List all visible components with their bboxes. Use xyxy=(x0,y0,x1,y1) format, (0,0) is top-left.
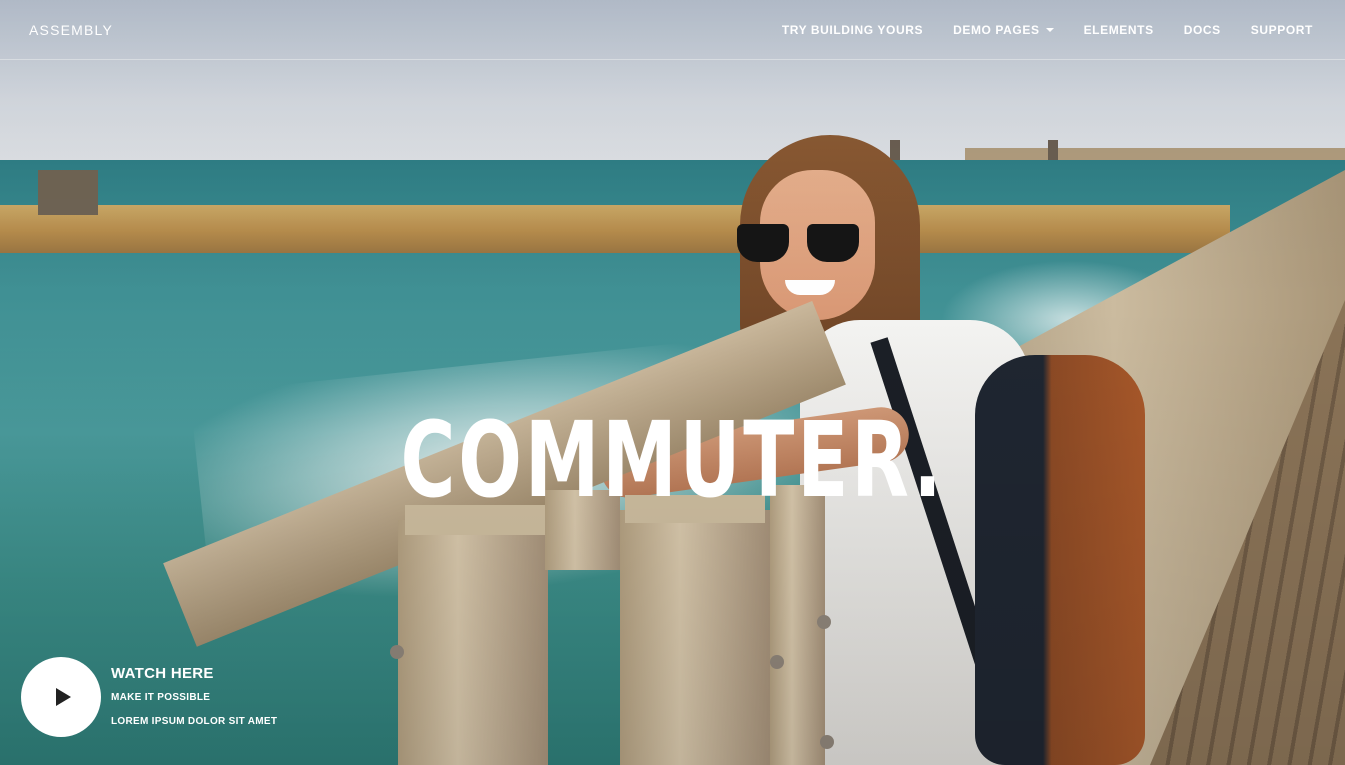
chevron-down-icon xyxy=(1045,28,1054,32)
nav-item-support[interactable]: SUPPORT xyxy=(1251,23,1313,37)
video-cta-caption: LOREM IPSUM DOLOR SIT AMET xyxy=(111,716,278,727)
nav-item-docs[interactable]: DOCS xyxy=(1184,23,1221,37)
nav-item-demo-pages[interactable]: DEMO PAGES xyxy=(953,23,1054,37)
nav-item-label: TRY BUILDING YOURS xyxy=(781,23,924,37)
hero-headline: COMMUTER. xyxy=(400,398,945,521)
nav-item-try-building[interactable]: TRY BUILDING YOURS xyxy=(782,23,923,37)
overlay-shade xyxy=(0,0,1345,765)
hero-background xyxy=(0,0,1345,765)
watch-video-cta[interactable]: WATCH HERE MAKE IT POSSIBLE LOREM IPSUM … xyxy=(21,657,277,737)
video-cta-subtitle: MAKE IT POSSIBLE xyxy=(111,692,211,703)
nav-links: TRY BUILDING YOURS DEMO PAGES ELEMENTS D… xyxy=(782,23,1313,37)
brand-logo[interactable]: ASSEMBLY xyxy=(29,22,113,38)
nav-item-label: DOCS xyxy=(1183,23,1221,37)
video-cta-text: WATCH HERE MAKE IT POSSIBLE LOREM IPSUM … xyxy=(111,665,277,727)
play-icon xyxy=(55,688,71,706)
play-button[interactable] xyxy=(21,657,101,737)
nav-item-elements[interactable]: ELEMENTS xyxy=(1084,23,1154,37)
top-navbar: ASSEMBLY TRY BUILDING YOURS DEMO PAGES E… xyxy=(0,0,1345,60)
nav-item-label: ELEMENTS xyxy=(1083,23,1154,37)
nav-item-label: SUPPORT xyxy=(1250,23,1313,37)
nav-item-label: DEMO PAGES xyxy=(953,23,1040,37)
video-cta-title[interactable]: WATCH HERE xyxy=(111,665,277,682)
